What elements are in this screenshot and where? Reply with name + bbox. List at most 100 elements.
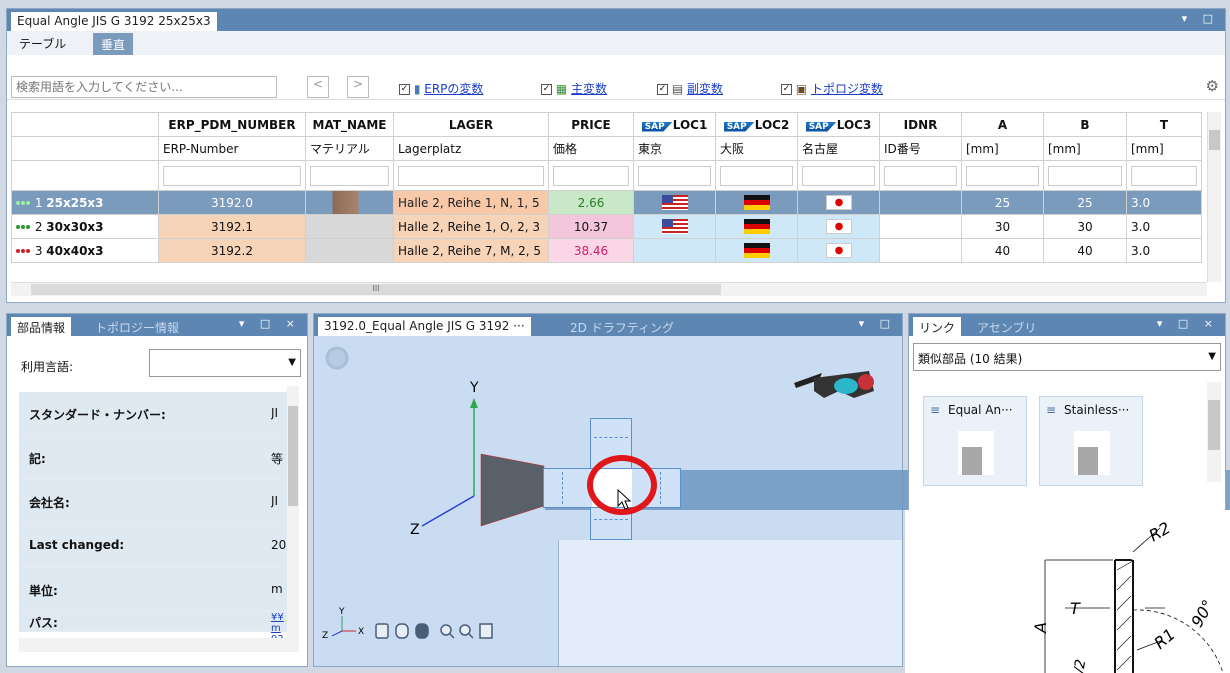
tab-3d-view[interactable]: 3192.0_Equal Angle JIS G 3192 ···: [318, 317, 531, 336]
main-variable-icon: ▦: [555, 82, 568, 96]
part-thumbnail: [1074, 431, 1110, 475]
sap-logo-icon: SAP: [641, 121, 673, 132]
vertical-scrollbar[interactable]: [1207, 112, 1221, 282]
prev-button[interactable]: <: [307, 76, 329, 98]
row-label[interactable]: 3 40x40x3: [11, 238, 159, 263]
column-subheader: 価格: [548, 136, 634, 161]
checkbox-icon[interactable]: ✓: [657, 84, 668, 95]
window-controls[interactable]: ▾ □: [1182, 12, 1219, 25]
checkbox-icon[interactable]: ✓: [399, 84, 410, 95]
material-swatch: [305, 238, 394, 263]
variant-table-panel: Equal Angle JIS G 3192 25x25x3 ▾ □ テーブル …: [6, 8, 1226, 303]
column-filter[interactable]: [633, 160, 716, 191]
column-subheader: Lagerplatz: [393, 136, 549, 161]
part-card[interactable]: ≡ Stainless···: [1039, 396, 1143, 486]
column-header[interactable]: B: [1043, 112, 1127, 137]
search-input[interactable]: [11, 76, 277, 98]
part-card[interactable]: ≡ Equal An···: [923, 396, 1027, 486]
checkbox-icon[interactable]: ✓: [781, 84, 792, 95]
window-controls[interactable]: ▾ □ ×: [1157, 317, 1219, 330]
horizontal-scrollbar[interactable]: [19, 638, 299, 652]
germany-flag-icon: [743, 243, 770, 258]
svg-text:Z: Z: [322, 631, 328, 641]
column-filter[interactable]: [158, 160, 306, 191]
table-row[interactable]: 3 40x40x3 3192.2 Halle 2, Reihe 7, M, 2,…: [11, 238, 1202, 263]
tab-links[interactable]: リンク: [913, 317, 962, 336]
drawing-label: A: [1031, 622, 1050, 634]
column-filter[interactable]: [1043, 160, 1127, 191]
view-cube-icon[interactable]: [375, 623, 389, 639]
svg-text:X: X: [358, 627, 364, 637]
column-header[interactable]: SAP LOC3: [797, 112, 880, 137]
column-header[interactable]: SAP LOC2: [715, 112, 798, 137]
column-header[interactable]: LAGER: [393, 112, 549, 137]
window-controls[interactable]: ▾ □: [859, 317, 896, 330]
us-flag-icon: [661, 219, 688, 234]
language-select[interactable]: ▼: [149, 349, 301, 377]
zoom-area-icon[interactable]: [459, 624, 474, 639]
column-filter[interactable]: [879, 160, 962, 191]
table-row[interactable]: 2 30x30x3 3192.1 Halle 2, Reihe 1, O, 2,…: [11, 214, 1202, 239]
erp-filter[interactable]: ✓ ▮ ERPの変数: [399, 80, 483, 97]
material-swatch: [305, 190, 394, 215]
mini-axis-indicator: Y X Z: [322, 607, 364, 641]
list-icon: ≡: [1046, 403, 1057, 417]
next-button[interactable]: >: [347, 76, 369, 98]
part-info-panel: 部品情報 トポロジー情報 ▾ □ × 利用言語: ▼ スタンダード・ナンバー: J…: [6, 313, 308, 667]
tab-table[interactable]: テーブル: [13, 35, 72, 52]
window-controls[interactable]: ▾ □ ×: [239, 317, 301, 330]
tab-topology-info[interactable]: トポロジー情報: [89, 317, 185, 336]
panel-title[interactable]: Equal Angle JIS G 3192 25x25x3: [11, 12, 217, 31]
sap-logo-icon: SAP: [805, 121, 837, 132]
column-header[interactable]: IDNR: [879, 112, 962, 137]
tab-part-info[interactable]: 部品情報: [11, 317, 72, 336]
tab-assembly[interactable]: アセンブリ: [971, 317, 1042, 336]
part-model[interactable]: [480, 453, 545, 527]
checkbox-icon[interactable]: ✓: [541, 84, 552, 95]
zoom-icon[interactable]: [440, 624, 455, 639]
settings-gear-icon[interactable]: ⚙: [1206, 77, 1219, 95]
column-filter[interactable]: [961, 160, 1044, 191]
column-header[interactable]: SAP LOC1: [633, 112, 716, 137]
column-filter[interactable]: [548, 160, 634, 191]
similar-parts-select[interactable]: 類似部品 (10 結果) ▼: [913, 343, 1221, 371]
main-filter[interactable]: ✓ ▦ 主変数: [541, 80, 607, 97]
3d-glasses-icon[interactable]: [794, 371, 874, 398]
column-filter[interactable]: [797, 160, 880, 191]
column-subheader: 名古屋: [797, 136, 880, 161]
column-subheader: ERP-Number: [158, 136, 306, 161]
column-header[interactable]: PRICE: [548, 112, 634, 137]
view-cylinder-icon[interactable]: [395, 623, 409, 639]
column-filter[interactable]: [1126, 160, 1202, 191]
tab-2d-drafting[interactable]: 2D ドラフティング: [564, 317, 680, 336]
column-filter[interactable]: [393, 160, 549, 191]
vertical-scrollbar[interactable]: [287, 386, 299, 638]
horizontal-scrollbar[interactable]: III: [11, 282, 1207, 296]
measure-icon[interactable]: [479, 623, 493, 639]
vertical-scrollbar[interactable]: [1207, 382, 1221, 482]
germany-flag-icon: [743, 195, 770, 210]
view-cylinder-solid-icon[interactable]: [415, 623, 429, 639]
column-header[interactable]: ERP_PDM_NUMBER: [158, 112, 306, 137]
chevron-down-icon: ▼: [288, 357, 296, 368]
tab-vertical[interactable]: 垂直: [93, 33, 134, 55]
2d-drawing[interactable]: R2 T R1 A 90° /2: [905, 510, 1230, 673]
topology-filter[interactable]: ✓ ▣ トポロジ変数: [781, 80, 883, 97]
column-header[interactable]: MAT_NAME: [305, 112, 394, 137]
row-label[interactable]: 1 25x25x3: [11, 190, 159, 215]
property-row: 単位: m: [19, 568, 297, 612]
row-label[interactable]: 2 30x30x3: [11, 214, 159, 239]
language-label: 利用言語:: [21, 360, 74, 374]
axis-y-label: Y: [469, 380, 479, 396]
loading-icon: [325, 346, 349, 370]
part-thumbnail: [958, 431, 994, 475]
sub-filter[interactable]: ✓ ▤ 副変数: [657, 80, 723, 97]
column-filter[interactable]: [305, 160, 394, 191]
column-filter[interactable]: [715, 160, 798, 191]
drafting-preview: [558, 540, 902, 666]
database-icon: ▮: [413, 82, 421, 96]
property-row: 記: 等: [19, 436, 297, 480]
table-row[interactable]: 1 25x25x3 3192.0 Halle 2, Reihe 1, N, 1,…: [11, 190, 1202, 215]
column-header[interactable]: T: [1126, 112, 1202, 137]
column-header[interactable]: A: [961, 112, 1044, 137]
